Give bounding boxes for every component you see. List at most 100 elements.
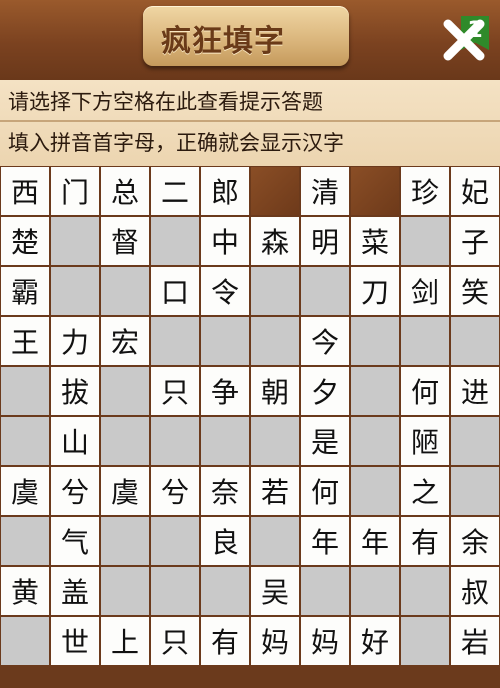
grid-cell-empty[interactable] xyxy=(400,216,450,266)
grid-cell-empty[interactable] xyxy=(250,316,300,366)
grid-cell-filled[interactable]: 清 xyxy=(300,166,350,216)
grid-cell-filled[interactable]: 妈 xyxy=(300,616,350,666)
grid-cell-empty[interactable] xyxy=(450,316,500,366)
grid-cell-filled[interactable]: 刀 xyxy=(350,266,400,316)
grid-cell-empty[interactable] xyxy=(400,616,450,666)
grid-cell-filled[interactable]: 好 xyxy=(350,616,400,666)
grid-cell-filled[interactable]: 气 xyxy=(50,516,100,566)
grid-cell-filled[interactable]: 进 xyxy=(450,366,500,416)
grid-cell-filled[interactable]: 郎 xyxy=(200,166,250,216)
grid-cell-filled[interactable]: 年 xyxy=(350,516,400,566)
grid-cell-filled[interactable]: 拔 xyxy=(50,366,100,416)
grid-cell-filled[interactable]: 是 xyxy=(300,416,350,466)
grid-cell-filled[interactable]: 督 xyxy=(100,216,150,266)
grid-cell-filled[interactable]: 宏 xyxy=(100,316,150,366)
grid-cell-empty[interactable] xyxy=(350,316,400,366)
grid-cell-filled[interactable]: 力 xyxy=(50,316,100,366)
grid-cell-empty[interactable] xyxy=(150,316,200,366)
grid-cell-filled[interactable]: 夕 xyxy=(300,366,350,416)
grid-cell-filled[interactable]: 吴 xyxy=(250,566,300,616)
grid-cell-filled[interactable]: 良 xyxy=(200,516,250,566)
grid-cell-filled[interactable]: 何 xyxy=(400,366,450,416)
grid-cell-empty[interactable] xyxy=(300,566,350,616)
grid-cell-empty[interactable] xyxy=(200,566,250,616)
grid-cell-empty[interactable] xyxy=(350,416,400,466)
grid-cell-filled[interactable]: 兮 xyxy=(50,466,100,516)
grid-cell-filled[interactable]: 妈 xyxy=(250,616,300,666)
grid-cell-empty[interactable] xyxy=(250,266,300,316)
grid-cell-empty[interactable] xyxy=(450,466,500,516)
grid-cell-filled[interactable]: 兮 xyxy=(150,466,200,516)
close-button[interactable] xyxy=(438,14,490,66)
grid-cell-filled[interactable]: 上 xyxy=(100,616,150,666)
grid-cell-empty[interactable] xyxy=(0,516,50,566)
grid-cell-filled[interactable]: 世 xyxy=(50,616,100,666)
grid-cell-empty[interactable] xyxy=(100,516,150,566)
grid-cell-empty[interactable] xyxy=(100,266,150,316)
grid-cell-filled[interactable]: 令 xyxy=(200,266,250,316)
grid-cell-empty[interactable] xyxy=(50,266,100,316)
grid-cell-filled[interactable]: 子 xyxy=(450,216,500,266)
grid-cell-empty[interactable] xyxy=(150,516,200,566)
grid-cell-empty[interactable] xyxy=(150,216,200,266)
grid-cell-filled[interactable]: 二 xyxy=(150,166,200,216)
grid-cell-empty[interactable] xyxy=(0,366,50,416)
grid-cell-empty[interactable] xyxy=(250,516,300,566)
grid-cell-filled[interactable]: 何 xyxy=(300,466,350,516)
grid-cell-filled[interactable]: 王 xyxy=(0,316,50,366)
grid-cell-filled[interactable]: 今 xyxy=(300,316,350,366)
grid-cell-filled[interactable]: 争 xyxy=(200,366,250,416)
grid-cell-empty[interactable] xyxy=(350,366,400,416)
grid-cell-filled[interactable]: 菜 xyxy=(350,216,400,266)
grid-cell-filled[interactable]: 楚 xyxy=(0,216,50,266)
grid-cell-filled[interactable]: 西 xyxy=(0,166,50,216)
grid-cell-filled[interactable]: 之 xyxy=(400,466,450,516)
grid-cell-filled[interactable]: 奈 xyxy=(200,466,250,516)
grid-cell-empty[interactable] xyxy=(400,566,450,616)
grid-cell-empty[interactable] xyxy=(0,416,50,466)
grid-cell-empty[interactable] xyxy=(100,416,150,466)
grid-cell-filled[interactable]: 妃 xyxy=(450,166,500,216)
grid-cell-empty[interactable] xyxy=(350,566,400,616)
grid-cell-empty[interactable] xyxy=(450,416,500,466)
grid-cell-empty[interactable] xyxy=(0,616,50,666)
grid-cell-filled[interactable]: 中 xyxy=(200,216,250,266)
grid-cell-filled[interactable]: 森 xyxy=(250,216,300,266)
grid-cell-empty[interactable] xyxy=(100,366,150,416)
grid-cell-filled[interactable]: 门 xyxy=(50,166,100,216)
grid-cell-filled[interactable]: 珍 xyxy=(400,166,450,216)
grid-cell-empty[interactable] xyxy=(400,316,450,366)
grid-cell-empty[interactable] xyxy=(300,266,350,316)
grid-cell-filled[interactable]: 陋 xyxy=(400,416,450,466)
grid-cell-filled[interactable]: 朝 xyxy=(250,366,300,416)
grid-cell-filled[interactable]: 有 xyxy=(400,516,450,566)
grid-cell-empty[interactable] xyxy=(350,466,400,516)
grid-cell-filled[interactable]: 虞 xyxy=(0,466,50,516)
grid-cell-filled[interactable]: 盖 xyxy=(50,566,100,616)
grid-cell-filled[interactable]: 剑 xyxy=(400,266,450,316)
grid-cell-filled[interactable]: 笑 xyxy=(450,266,500,316)
grid-cell-filled[interactable]: 余 xyxy=(450,516,500,566)
grid-cell-empty[interactable] xyxy=(100,566,150,616)
grid-cell-filled[interactable]: 山 xyxy=(50,416,100,466)
grid-cell-filled[interactable]: 口 xyxy=(150,266,200,316)
grid-cell-filled[interactable]: 岩 xyxy=(450,616,500,666)
grid-cell-filled[interactable]: 只 xyxy=(150,616,200,666)
grid-cell-filled[interactable]: 有 xyxy=(200,616,250,666)
grid-cell-filled[interactable]: 叔 xyxy=(450,566,500,616)
grid-cell-empty[interactable] xyxy=(200,316,250,366)
grid-cell-filled[interactable]: 总 xyxy=(100,166,150,216)
grid-cell-empty[interactable] xyxy=(150,566,200,616)
grid-cell-empty[interactable] xyxy=(50,216,100,266)
grid-cell-filled[interactable]: 虞 xyxy=(100,466,150,516)
grid-cell-filled[interactable]: 霸 xyxy=(0,266,50,316)
grid-cell-filled[interactable]: 年 xyxy=(300,516,350,566)
close-icon xyxy=(443,19,485,61)
grid-cell-empty[interactable] xyxy=(150,416,200,466)
grid-cell-filled[interactable]: 黄 xyxy=(0,566,50,616)
grid-cell-empty[interactable] xyxy=(200,416,250,466)
grid-cell-filled[interactable]: 只 xyxy=(150,366,200,416)
grid-cell-empty[interactable] xyxy=(250,416,300,466)
grid-cell-filled[interactable]: 若 xyxy=(250,466,300,516)
grid-cell-filled[interactable]: 明 xyxy=(300,216,350,266)
